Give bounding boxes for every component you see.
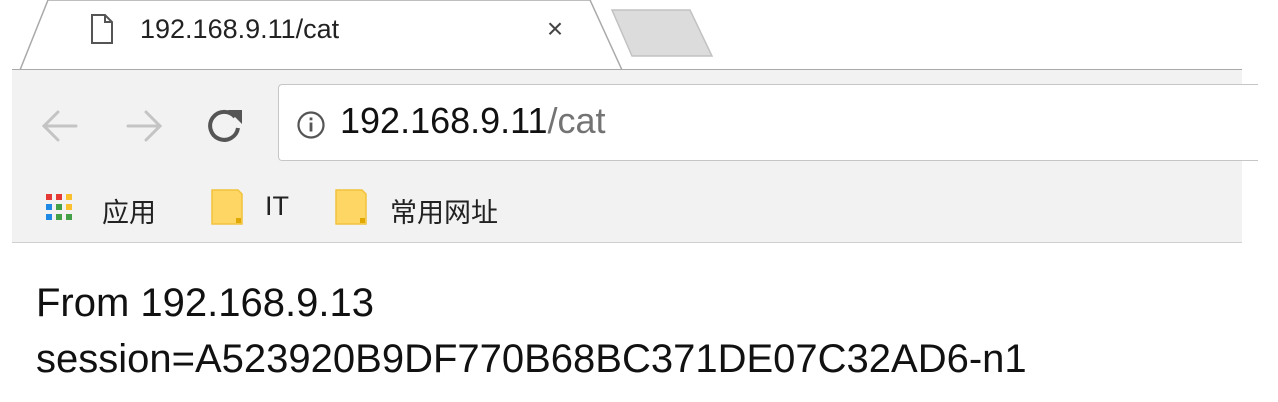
bookmarks-bar: [12, 176, 1242, 243]
bookmarks-divider: [12, 242, 1242, 243]
url-host: 192.168.9.11: [340, 100, 548, 141]
apps-grid-icon: [46, 194, 72, 220]
source-ip-text: From 192.168.9.13: [36, 281, 374, 325]
new-tab-button[interactable]: [610, 8, 715, 58]
tab-close-icon[interactable]: ×: [538, 12, 572, 46]
info-icon[interactable]: [296, 110, 326, 140]
url-text[interactable]: 192.168.9.11/cat: [340, 100, 606, 142]
bookmark-it-label: IT: [265, 191, 289, 221]
forward-button[interactable]: [124, 104, 164, 148]
page-content: From 192.168.9.13 session=A523920B9DF770…: [36, 275, 1027, 387]
arrow-right-icon: [126, 110, 163, 142]
url-path: /cat: [547, 100, 606, 141]
folder-icon: [211, 189, 243, 225]
session-text: session=A523920B9DF770B68BC371DE07C32AD6…: [36, 337, 1027, 381]
reload-button[interactable]: [204, 104, 244, 148]
folder-icon: [335, 189, 367, 225]
bookmark-common-label: 常用网址: [390, 198, 498, 228]
bookmark-apps-label: 应用: [102, 198, 156, 228]
reload-icon: [208, 109, 242, 142]
tab-title: 192.168.9.11/cat: [140, 14, 340, 44]
arrow-left-icon: [41, 110, 78, 142]
page-icon: [91, 14, 113, 44]
back-button[interactable]: [40, 104, 80, 148]
